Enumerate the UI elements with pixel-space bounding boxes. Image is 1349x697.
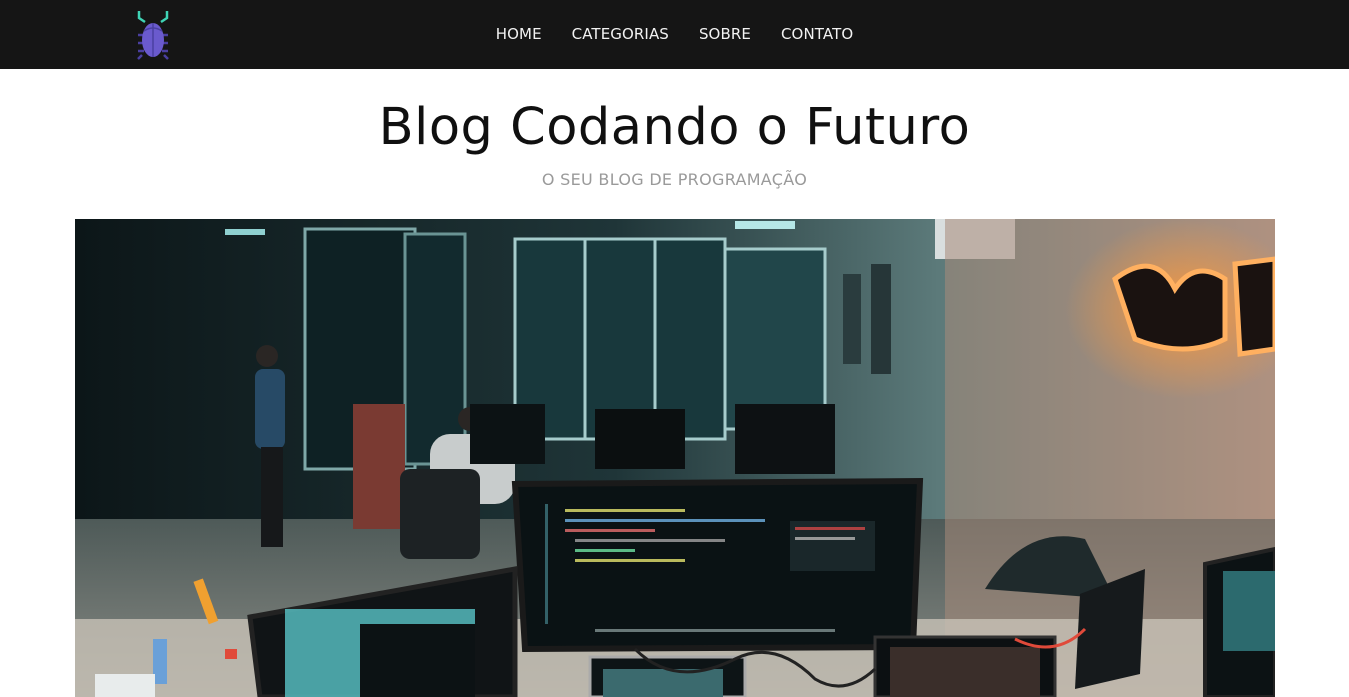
main-nav: HOME CATEGORIAS SOBRE CONTATO	[0, 0, 1349, 69]
office-workstation-photo	[75, 219, 1275, 697]
nav-sobre[interactable]: SOBRE	[684, 0, 766, 69]
nav-categorias[interactable]: CATEGORIAS	[557, 0, 684, 69]
page-title: Blog Codando o Futuro	[378, 98, 971, 157]
nav-home[interactable]: HOME	[481, 0, 557, 69]
hero-image	[75, 219, 1275, 697]
top-navbar: HOME CATEGORIAS SOBRE CONTATO	[0, 0, 1349, 69]
page-subtitle: O SEU BLOG DE PROGRAMAÇÃO	[541, 170, 808, 189]
nav-contato[interactable]: CONTATO	[766, 0, 868, 69]
